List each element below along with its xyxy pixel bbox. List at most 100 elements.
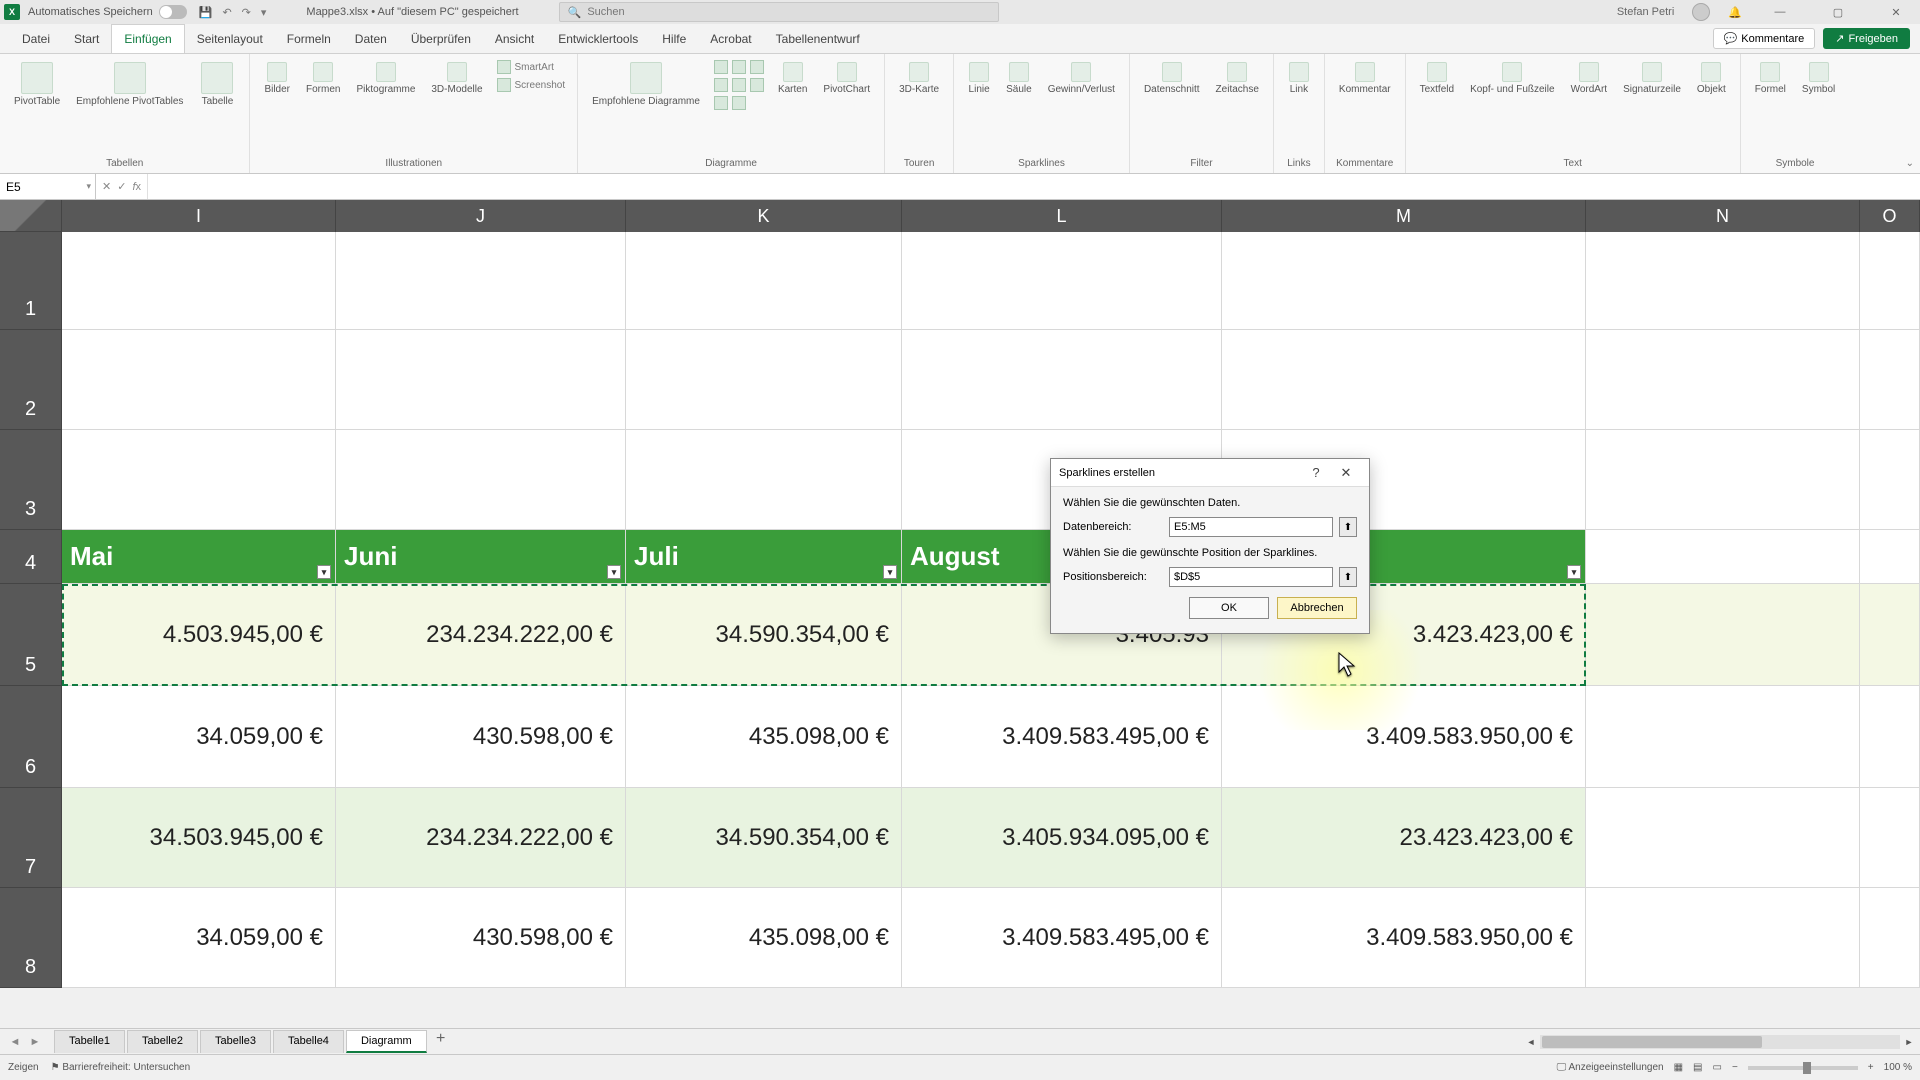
3dmap-button[interactable]: 3D-Karte [893,58,945,99]
view-pagelayout-icon[interactable]: ▤ [1693,1062,1702,1073]
zoom-level[interactable]: 100 % [1884,1062,1912,1073]
share-button[interactable]: ↗ Freigeben [1823,28,1910,49]
sparkline-winloss-button[interactable]: Gewinn/Verlust [1042,58,1121,99]
formula-input[interactable] [148,174,1920,199]
enter-formula-icon[interactable]: ✓ [117,180,126,193]
chart-gallery-2[interactable] [710,76,768,94]
autosave-toggle[interactable]: Automatisches Speichern [28,5,187,19]
screenshot-button[interactable]: Screenshot [493,76,570,94]
tab-tabellenentwurf[interactable]: Tabellenentwurf [764,24,872,53]
add-sheet-icon[interactable]: + [429,1030,453,1053]
fx-icon[interactable]: fx [132,181,141,193]
cell-J7[interactable]: 234.234.222,00 € [336,788,626,888]
cell-I6[interactable]: 34.059,00 € [62,686,336,788]
col-header-J[interactable]: J [336,200,626,232]
accessibility-status[interactable]: ⚑ Barrierefreiheit: Untersuchen [51,1062,191,1073]
tab-start[interactable]: Start [62,24,111,53]
username-label[interactable]: Stefan Petri [1617,6,1674,18]
cell-L7[interactable]: 3.405.934.095,00 € [902,788,1222,888]
headerfooter-button[interactable]: Kopf- und Fußzeile [1464,58,1561,99]
smartart-button[interactable]: SmartArt [493,58,570,76]
table-button[interactable]: Tabelle [193,58,241,111]
recommended-pivot-button[interactable]: Empfohlene PivotTables [70,58,189,111]
cancel-button[interactable]: Abbrechen [1277,597,1357,619]
tab-nav-next-icon[interactable]: ► [26,1036,44,1048]
zoom-in-icon[interactable]: + [1868,1062,1874,1073]
link-button[interactable]: Link [1282,58,1316,99]
sparkline-line-button[interactable]: Linie [962,58,996,99]
3dmodels-button[interactable]: 3D-Modelle [425,58,488,99]
cell-J8[interactable]: 430.598,00 € [336,888,626,988]
row-header-1[interactable]: 1 [0,232,62,330]
cell-I8[interactable]: 34.059,00 € [62,888,336,988]
cell-J6[interactable]: 430.598,00 € [336,686,626,788]
row-header-4[interactable]: 4 [0,530,62,584]
chart-gallery-3[interactable] [710,94,768,112]
filter-icon[interactable]: ▾ [607,565,621,579]
sheet-tab-2[interactable]: Tabelle2 [127,1030,198,1053]
sheet-tab-diagramm[interactable]: Diagramm [346,1030,427,1053]
view-pagebreak-icon[interactable]: ▭ [1713,1062,1722,1073]
tab-hilfe[interactable]: Hilfe [650,24,698,53]
row-header-2[interactable]: 2 [0,330,62,430]
cell-K8[interactable]: 435.098,00 € [626,888,902,988]
header-juli[interactable]: Juli▾ [626,530,902,584]
collapse-ribbon-icon[interactable]: ⌄ [1906,158,1914,169]
row-header-3[interactable]: 3 [0,430,62,530]
cell-M8[interactable]: 3.409.583.950,00 € [1222,888,1586,988]
col-header-K[interactable]: K [626,200,902,232]
tab-entwicklertools[interactable]: Entwicklertools [546,24,650,53]
row-header-5[interactable]: 5 [0,584,62,686]
horizontal-scrollbar[interactable]: ◄ ► [1540,1035,1900,1049]
undo-icon[interactable]: ↶ [222,6,231,19]
zoom-slider[interactable] [1748,1066,1858,1070]
wordart-button[interactable]: WordArt [1565,58,1614,99]
tab-acrobat[interactable]: Acrobat [698,24,763,53]
cell-I7[interactable]: 34.503.945,00 € [62,788,336,888]
scroll-thumb[interactable] [1542,1036,1762,1048]
shapes-button[interactable]: Formen [300,58,346,99]
tab-formeln[interactable]: Formeln [275,24,343,53]
sheet-tab-1[interactable]: Tabelle1 [54,1030,125,1053]
pivottable-button[interactable]: PivotTable [8,58,66,111]
display-settings[interactable]: 🖵 Anzeigeeinstellungen [1557,1062,1664,1073]
cell-K7[interactable]: 34.590.354,00 € [626,788,902,888]
maximize-icon[interactable]: ▢ [1818,6,1858,19]
data-range-picker-icon[interactable]: ⬆ [1339,517,1357,537]
cell-L6[interactable]: 3.409.583.495,00 € [902,686,1222,788]
header-juni[interactable]: Juni▾ [336,530,626,584]
view-normal-icon[interactable]: ▦ [1674,1062,1683,1073]
cancel-formula-icon[interactable]: ✕ [102,180,111,193]
dialog-titlebar[interactable]: Sparklines erstellen ? ✕ [1051,459,1369,487]
recommended-charts-button[interactable]: Empfohlene Diagramme [586,58,706,111]
timeline-button[interactable]: Zeitachse [1210,58,1265,99]
sheet-tab-4[interactable]: Tabelle4 [273,1030,344,1053]
col-header-O[interactable]: O [1860,200,1920,232]
zoom-out-icon[interactable]: − [1732,1062,1738,1073]
tab-seitenlayout[interactable]: Seitenlayout [185,24,275,53]
maps-button[interactable]: Karten [772,58,813,99]
filter-icon[interactable]: ▾ [883,565,897,579]
redo-icon[interactable]: ↷ [242,6,251,19]
chart-gallery-1[interactable] [710,58,768,76]
tab-nav-prev-icon[interactable]: ◄ [6,1036,24,1048]
dialog-close-icon[interactable]: ✕ [1331,465,1361,481]
toggle-switch[interactable] [159,5,187,19]
notification-icon[interactable]: 🔔 [1728,6,1742,19]
position-range-input[interactable] [1169,567,1333,587]
pivotchart-button[interactable]: PivotChart [817,58,876,99]
sparkline-column-button[interactable]: Säule [1000,58,1038,99]
object-button[interactable]: Objekt [1691,58,1732,99]
cell-I5[interactable]: 4.503.945,00 € [62,584,336,686]
signature-button[interactable]: Signaturzeile [1617,58,1687,99]
position-range-picker-icon[interactable]: ⬆ [1339,567,1357,587]
cell-M6[interactable]: 3.409.583.950,00 € [1222,686,1586,788]
scroll-right-icon[interactable]: ► [1902,1035,1916,1049]
comment-button[interactable]: Kommentar [1333,58,1397,99]
slicer-button[interactable]: Datenschnitt [1138,58,1206,99]
select-all-corner[interactable] [0,200,62,232]
filter-icon[interactable]: ▾ [1567,565,1581,579]
cell-J5[interactable]: 234.234.222,00 € [336,584,626,686]
row-header-8[interactable]: 8 [0,888,62,988]
avatar[interactable] [1692,3,1710,21]
